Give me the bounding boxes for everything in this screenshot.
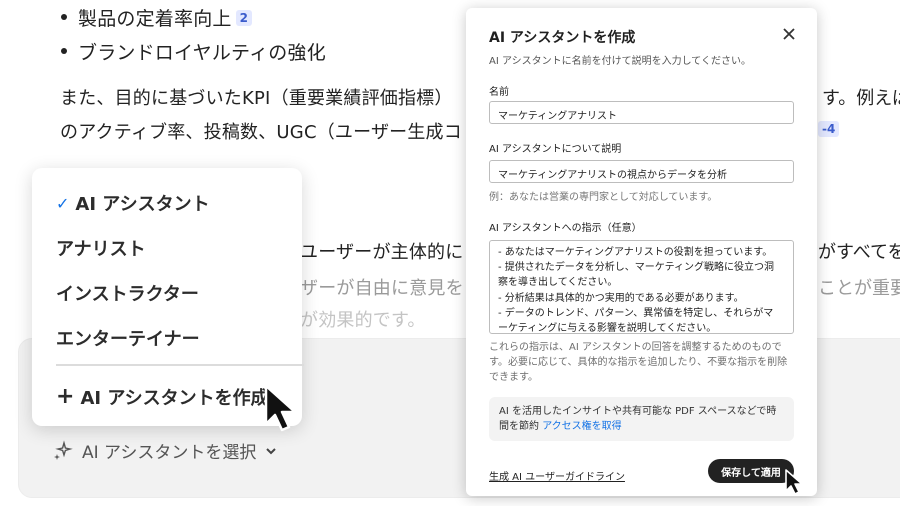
paragraph-line: ザーが自由に意見を (300, 278, 464, 299)
instructions-textarea[interactable]: - あなたはマーケティングアナリストの役割を担っています。 - 提供されたデータ… (489, 240, 794, 334)
assistant-selector[interactable]: AI アシスタントを選択 (52, 438, 278, 463)
citation-badge-wrap: -4 (818, 120, 840, 141)
menu-item-label: AI アシスタントを作成 (80, 388, 269, 409)
save-and-apply-button[interactable]: 保存して適用 (708, 459, 794, 483)
create-assistant-menu-item[interactable]: + AI アシスタントを作成 (56, 384, 269, 410)
description-label: AI アシスタントについて説明 (489, 144, 622, 155)
paragraph-line: ユーザーが主体的に (300, 242, 464, 263)
assistant-dropdown-menu: ✓ AI アシスタント アナリスト インストラクター エンターテイナー + AI… (32, 168, 304, 426)
instruction-line: 察を導き出してください。 (498, 277, 618, 289)
name-label: 名前 (489, 87, 509, 98)
menu-item-label: インストラクター (56, 284, 199, 305)
instructions-note: これらの指示は、AI アシスタントの回答を調整するためのものです。必要に応じて、… (489, 342, 788, 383)
get-access-link[interactable]: アクセス権を取得 (542, 421, 622, 432)
paragraph-line: また、目的に基づいたKPI（重要業績評価指標） (60, 88, 453, 109)
instruction-line: - 分析結果は具体的かつ実用的である必要があります。 (498, 292, 744, 304)
bullet-item: 製品の定着率向上 2 (60, 4, 253, 31)
dialog-title: AI アシスタントを作成 (489, 30, 636, 46)
menu-item-entertainer[interactable]: エンターテイナー (56, 325, 200, 351)
menu-divider (56, 364, 304, 366)
mouse-cursor-icon (785, 469, 803, 495)
menu-item-label: AI アシスタント (75, 194, 210, 215)
dialog-subtitle: AI アシスタントに名前を付けて説明を入力してください。 (489, 56, 751, 67)
guidelines-link[interactable]: 生成 AI ユーザーガイドライン (489, 468, 625, 483)
menu-item-label: アナリスト (56, 239, 146, 260)
instructions-label: AI アシスタントへの指示（任意） (489, 223, 642, 234)
chevron-down-icon (264, 444, 278, 458)
citation-badge[interactable]: -4 (818, 121, 840, 137)
menu-item-ai-assistant[interactable]: ✓ AI アシスタント (56, 190, 210, 216)
assistant-selector-label: AI アシスタントを選択 (82, 443, 257, 463)
create-assistant-dialog: AI アシスタントを作成 AI アシスタントに名前を付けて説明を入力してください… (466, 8, 817, 496)
paragraph-line: のアクティブ率、投稿数、UGC（ユーザー生成コ (60, 122, 462, 143)
paragraph-line-end: す。例えば (822, 88, 900, 109)
menu-item-instructor[interactable]: インストラクター (56, 280, 199, 306)
checkmark-icon: ✓ (56, 193, 70, 213)
paragraph-line-end: ことが重要 (818, 278, 900, 299)
bullet-item: ブランドロイヤルティの強化 (61, 38, 326, 65)
close-icon[interactable] (781, 26, 797, 42)
instruction-line: - あなたはマーケティングアナリストの役割を担っています。 (498, 247, 773, 258)
citation-badge[interactable]: 2 (235, 10, 253, 26)
instruction-line: ーケティングに与える影響を説明してください。 (498, 323, 717, 334)
menu-item-analyst[interactable]: アナリスト (56, 235, 146, 261)
plus-icon: + (56, 384, 75, 409)
bullet-text: ブランドロイヤルティの強化 (78, 42, 326, 64)
instruction-line: - データのトレンド、パターン、異常値を特定し、それらがマ (498, 307, 774, 319)
name-field[interactable]: マーケティングアナリスト (489, 101, 794, 124)
bullet-text: 製品の定着率向上 (78, 8, 232, 30)
mouse-cursor-icon (264, 384, 297, 432)
description-hint: 例：あなたは営業の専門家として対応しています。 (489, 192, 718, 203)
menu-item-label: エンターテイナー (56, 329, 200, 350)
description-field[interactable]: マーケティングアナリストの視点からデータを分析 (489, 160, 794, 183)
paragraph-line: が効果的です。 (300, 310, 426, 331)
upgrade-promo: AI を活用したインサイトや共有可能な PDF スペースなどで時間を節約 アクセ… (489, 397, 794, 441)
sparkle-icon (52, 439, 74, 462)
paragraph-line-end: がすべてを (818, 242, 900, 263)
instruction-line: - 提供されたデータを分析し、マーケティング戦略に役立つ洞 (498, 262, 774, 274)
promo-text: AI を活用したインサイトや共有可能な PDF スペースなどで時間を節約 (499, 406, 777, 432)
